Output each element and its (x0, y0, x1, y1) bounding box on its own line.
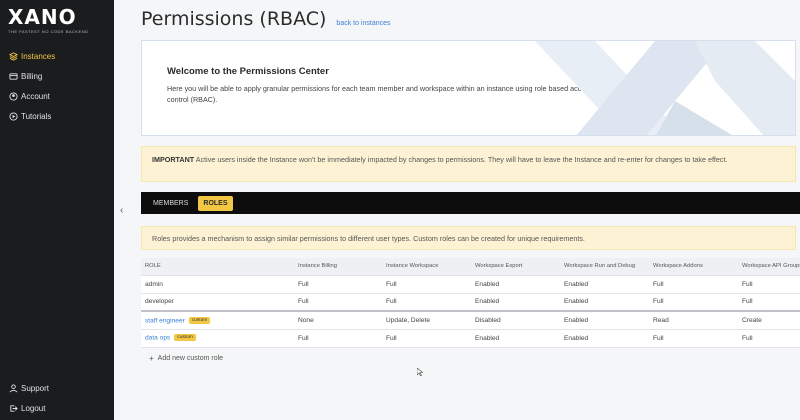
custom-badge: custom (188, 316, 211, 324)
table-cell: Create (738, 310, 800, 330)
table-cell: Read (649, 310, 738, 330)
role-link-staff-engineer[interactable]: staff engineer (145, 317, 185, 324)
sidebar-item-support[interactable]: Support (8, 378, 108, 398)
table-cell: Full (294, 293, 382, 312)
main-content: Permissions (RBAC) back to instances Wel… (114, 0, 800, 420)
roles-table: ROLE Instance Billing Instance Workspace… (141, 258, 800, 348)
x-logo-watermark-icon (535, 41, 795, 135)
table-row[interactable]: staff engineer custom None Update, Delete… (141, 310, 800, 330)
chevron-left-icon[interactable]: ‹ (120, 205, 123, 216)
tab-roles[interactable]: ROLES (198, 195, 233, 211)
welcome-card: Welcome to the Permissions Center Here y… (141, 40, 796, 136)
sidebar-item-tutorials[interactable]: Tutorials (8, 106, 108, 126)
sidebar: XANO THE FASTEST NO CODE BACKEND Instanc… (0, 0, 114, 420)
table-cell: Full (294, 275, 382, 294)
table-cell: Full (649, 275, 738, 294)
mouse-cursor-icon (417, 368, 423, 376)
column-header: Workspace Export (471, 258, 560, 276)
user-icon (8, 91, 18, 101)
sidebar-bottom: Support Logout (8, 378, 108, 418)
welcome-title: Welcome to the Permissions Center (167, 66, 329, 77)
column-header: Instance Workspace (382, 258, 471, 276)
logo-text: XANO (8, 5, 77, 29)
tab-members[interactable]: MEMBERS (153, 200, 188, 207)
roles-table-container: ROLE Instance Billing Instance Workspace… (141, 258, 800, 348)
table-cell: Full (738, 329, 800, 348)
logo[interactable]: XANO THE FASTEST NO CODE BACKEND (8, 6, 89, 34)
column-header: Workspace Run and Debug (560, 258, 649, 276)
column-header: Workspace Addons (649, 258, 738, 276)
roles-info-notice: Roles provides a mechanism to assign sim… (141, 226, 796, 250)
back-to-instances-link[interactable]: back to instances (336, 20, 390, 27)
table-cell: Full (382, 275, 471, 294)
table-cell: Enabled (560, 310, 649, 330)
logo-tagline: THE FASTEST NO CODE BACKEND (8, 29, 89, 34)
play-icon (8, 111, 18, 121)
tab-bar: MEMBERS ROLES (141, 192, 800, 214)
table-cell: Enabled (471, 329, 560, 348)
credit-card-icon (8, 71, 18, 81)
table-cell: Enabled (471, 293, 560, 312)
sidebar-item-label: Logout (21, 403, 46, 413)
role-name: developer (141, 293, 294, 312)
table-header-row: ROLE Instance Billing Instance Workspace… (141, 258, 800, 276)
custom-badge: custom (174, 334, 196, 342)
page-header: Permissions (RBAC) back to instances (141, 8, 391, 30)
add-custom-role-button[interactable]: + Add new custom role (149, 354, 223, 363)
sidebar-item-billing[interactable]: Billing (8, 66, 108, 86)
sidebar-item-account[interactable]: Account (8, 86, 108, 106)
stack-icon (8, 51, 18, 61)
role-cell: data ops custom (141, 329, 294, 348)
sidebar-item-label: Support (21, 383, 50, 393)
table-cell: Full (649, 293, 738, 312)
sidebar-item-label: Tutorials (21, 111, 52, 121)
important-notice: IMPORTANT Active users inside the Instan… (141, 146, 796, 182)
table-row[interactable]: admin Full Full Enabled Enabled Full Ful… (141, 275, 800, 294)
important-label: IMPORTANT (152, 155, 195, 164)
table-cell: Enabled (471, 275, 560, 294)
sidebar-item-label: Billing (21, 71, 43, 81)
table-cell: Disabled (471, 310, 560, 330)
support-icon (8, 383, 18, 393)
page-title: Permissions (RBAC) (141, 8, 327, 30)
sidebar-item-label: Instances (21, 51, 56, 61)
logout-icon (8, 403, 18, 413)
add-role-label: Add new custom role (157, 355, 224, 362)
app-window: XANO THE FASTEST NO CODE BACKEND Instanc… (0, 0, 800, 420)
role-link-data-ops[interactable]: data ops (145, 335, 170, 342)
table-row[interactable]: data ops custom Full Full Enabled Enabled… (141, 329, 800, 348)
role-cell: staff engineer custom (141, 310, 294, 330)
plus-icon: + (149, 354, 154, 363)
role-name: admin (141, 275, 294, 294)
sidebar-item-logout[interactable]: Logout (8, 398, 108, 418)
table-cell: Enabled (560, 329, 649, 348)
table-cell: Enabled (560, 293, 649, 312)
sidebar-nav: Instances Billing Account Tutorials (8, 46, 108, 126)
table-cell: Full (382, 329, 471, 348)
table-row[interactable]: developer Full Full Enabled Enabled Full… (141, 293, 800, 312)
column-header: Workspace API Groups (738, 258, 800, 276)
table-cell: Full (382, 293, 471, 312)
table-cell: Full (738, 275, 800, 294)
table-cell: Full (649, 329, 738, 348)
column-header: Instance Billing (294, 258, 382, 276)
important-text: Active users inside the Instance won't b… (194, 155, 728, 164)
table-cell: None (294, 310, 382, 330)
column-header: ROLE (141, 258, 294, 276)
sidebar-item-label: Account (21, 91, 50, 101)
sidebar-item-instances[interactable]: Instances (8, 46, 108, 66)
table-cell: Enabled (560, 275, 649, 294)
table-cell: Update, Delete (382, 310, 471, 330)
table-cell: Full (738, 293, 800, 312)
table-cell: Full (294, 329, 382, 348)
